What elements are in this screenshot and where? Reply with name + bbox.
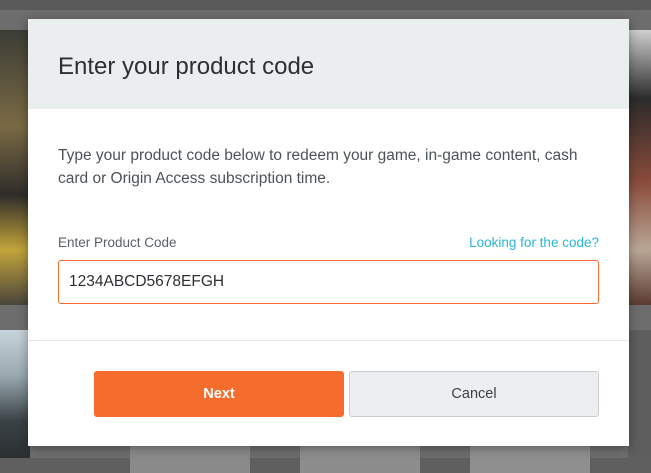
- dialog-description: Type your product code below to redeem y…: [58, 147, 578, 187]
- background-game-tile: [0, 330, 30, 460]
- background-game-tile: [300, 446, 420, 473]
- background-top-bar: [0, 0, 651, 10]
- background-game-tile: [628, 330, 651, 460]
- background-game-tile: [0, 30, 30, 305]
- redeem-code-dialog: Enter your product code Type your produc…: [28, 19, 629, 446]
- find-code-help-link[interactable]: Looking for the code?: [469, 235, 599, 250]
- product-code-label: Enter Product Code: [58, 235, 177, 250]
- next-button[interactable]: Next: [94, 371, 344, 417]
- dialog-title: Enter your product code: [58, 53, 315, 80]
- background-game-tile: [470, 446, 590, 473]
- dialog-divider: [28, 340, 629, 341]
- background-game-tile: [130, 446, 250, 473]
- cancel-button[interactable]: Cancel: [349, 371, 599, 417]
- dialog-header: Enter your product code: [28, 19, 629, 109]
- background-game-tile: [628, 30, 651, 305]
- product-code-input[interactable]: [58, 260, 599, 304]
